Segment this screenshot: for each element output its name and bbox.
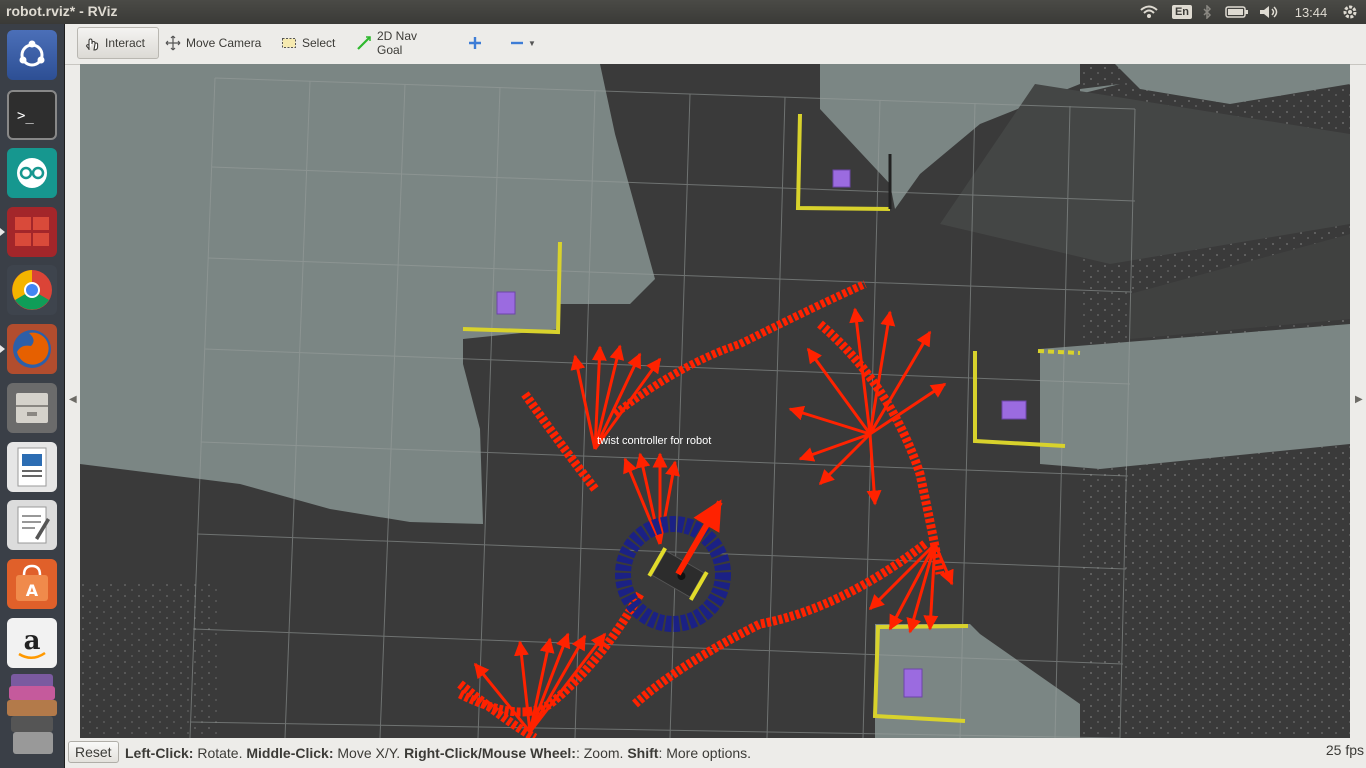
box-2 — [496, 291, 516, 315]
gear-icon[interactable] — [1338, 0, 1362, 24]
select-label: Select — [302, 36, 336, 50]
status-bar: Reset Left-Click: Rotate. Middle-Click: … — [65, 738, 1366, 768]
hint-key: Middle-Click: — [246, 745, 334, 761]
move-camera-icon — [165, 35, 181, 51]
reset-button[interactable]: Reset — [68, 741, 119, 763]
chevron-down-icon: ▼ — [528, 38, 536, 48]
chrome-icon[interactable] — [7, 265, 57, 315]
top-panel: robot.rviz* - RViz En 13:44 — [0, 0, 1366, 24]
plus-icon — [467, 35, 483, 51]
select-tool[interactable]: Select — [275, 27, 345, 59]
collapse-left-icon[interactable]: ◀ — [69, 394, 77, 405]
arduino-icon[interactable] — [7, 148, 57, 198]
tool-bar: Interact Move Camera Select 2D Nav Goal … — [65, 24, 1366, 65]
collapse-right-icon[interactable]: ▶ — [1355, 394, 1363, 405]
remove-tool-button[interactable]: ▼ — [503, 27, 539, 59]
minus-icon — [509, 35, 525, 51]
ubuntu-dash-icon[interactable] — [7, 30, 57, 80]
app-stack-icon[interactable] — [7, 672, 57, 762]
select-icon — [281, 35, 297, 51]
box-1 — [832, 169, 851, 188]
marker-label: twist controller for robot — [597, 435, 711, 447]
hint-key: Shift — [627, 745, 659, 761]
clock[interactable]: 13:44 — [1295, 5, 1328, 20]
libreoffice-impress-icon[interactable] — [7, 442, 57, 492]
map-noise — [80, 584, 220, 738]
fps-counter: 25 fps — [1325, 742, 1364, 758]
nav-goal-icon — [356, 35, 372, 51]
box-4 — [903, 668, 923, 698]
terminal-icon[interactable]: >_ — [7, 90, 57, 140]
volume-icon[interactable] — [1257, 0, 1281, 24]
launcher: >_ A a — [0, 24, 65, 768]
workspace-switcher-icon[interactable] — [7, 207, 57, 257]
help-hint: Left-Click: Rotate. Middle-Click: Move X… — [125, 745, 751, 761]
bluetooth-icon[interactable] — [1198, 0, 1216, 24]
nav-goal-tool[interactable]: 2D Nav Goal — [350, 27, 445, 59]
hint-key: Left-Click: — [125, 745, 194, 761]
hint-value: Move X/Y. — [333, 745, 405, 761]
battery-icon[interactable] — [1223, 0, 1251, 24]
move-camera-label: Move Camera — [186, 36, 262, 50]
nav-goal-label: 2D Nav Goal — [377, 29, 418, 57]
move-camera-tool[interactable]: Move Camera — [159, 27, 269, 59]
hint-value: : Zoom. — [575, 745, 628, 761]
window-title: robot.rviz* - RViz — [6, 3, 118, 19]
amazon-icon[interactable]: a — [7, 618, 57, 668]
running-indicator — [0, 345, 5, 353]
hint-value: Rotate. — [193, 745, 247, 761]
3d-viewport[interactable]: twist controller for robot — [80, 64, 1350, 738]
firefox-icon[interactable] — [7, 324, 57, 374]
hand-icon — [84, 35, 100, 51]
software-center-icon[interactable]: A — [7, 559, 57, 609]
file-manager-icon[interactable] — [7, 383, 57, 433]
interact-label: Interact — [105, 36, 146, 50]
hint-key: Right-Click/Mouse Wheel: — [404, 745, 576, 761]
svg-text:a: a — [24, 626, 41, 656]
wifi-icon[interactable] — [1138, 0, 1160, 24]
language-indicator[interactable]: En — [1170, 0, 1194, 24]
text-editor-icon[interactable] — [7, 500, 57, 550]
rviz-window: Interact Move Camera Select 2D Nav Goal … — [65, 24, 1366, 768]
running-indicator — [0, 228, 5, 236]
add-tool-button[interactable] — [461, 27, 485, 59]
box-3 — [1001, 400, 1027, 420]
svg-text:>_: >_ — [17, 108, 34, 124]
hint-value: : More options. — [658, 745, 752, 761]
svg-text:A: A — [26, 581, 39, 600]
interact-tool[interactable]: Interact — [77, 27, 159, 59]
